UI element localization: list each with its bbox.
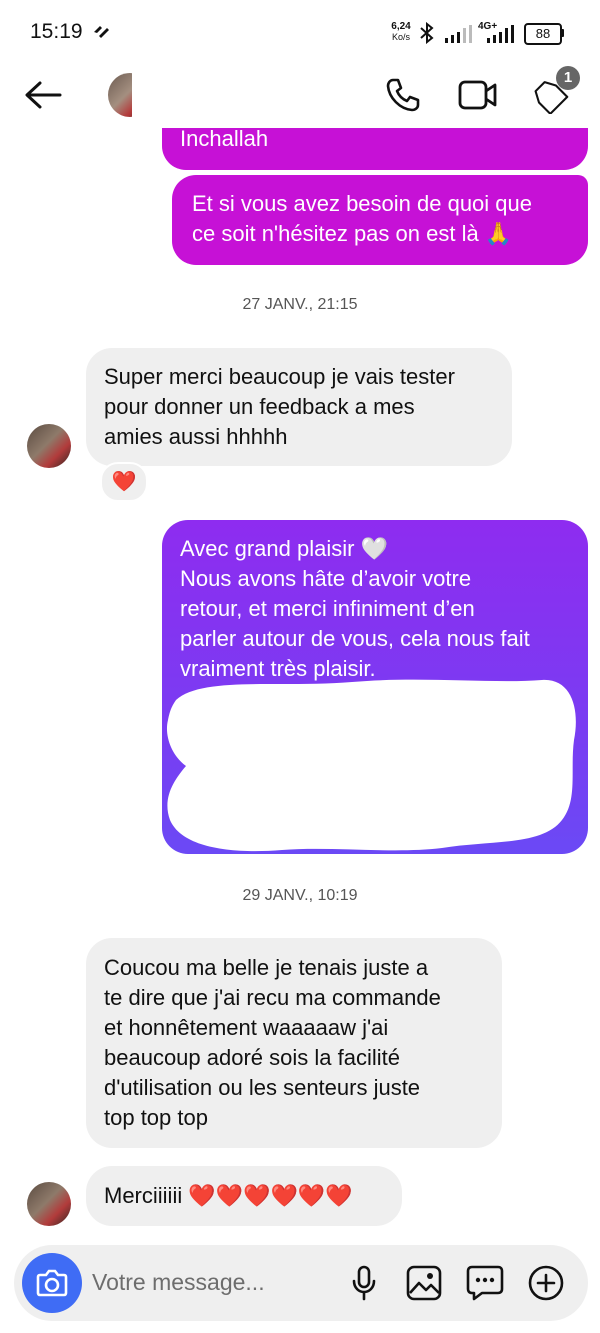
message-line: Avec grand plaisir 🤍 [180,536,388,561]
message-text: Inchallah [180,128,269,151]
notification-badge: 1 [556,66,580,90]
status-bar: 15:19 6,24 Ko/s 4G+ 88 [0,0,600,68]
message-line: Merciiiiii ❤️❤️❤️❤️❤️❤️ [104,1183,353,1208]
redaction-overlay [166,679,576,852]
sent-message-bubble[interactable]: Et si vous avez besoin de quoi que ce so… [172,175,588,265]
status-time: 15:19 [30,20,83,43]
microphone-icon[interactable] [350,1265,378,1301]
message-input[interactable]: Votre message... [92,1269,265,1296]
video-call-icon[interactable] [458,78,498,112]
add-plus-icon[interactable] [528,1265,564,1301]
message-composer: Votre message... [14,1245,588,1321]
message-line: d'utilisation ou les senteurs juste [104,1075,421,1100]
message-line: Coucou ma belle je tenais juste a [104,955,429,980]
received-message-bubble[interactable]: Merciiiiii ❤️❤️❤️❤️❤️❤️ [86,1166,402,1226]
signal-icon-2 [486,24,516,44]
battery-level: 88 [535,26,551,41]
battery-tip [561,29,564,37]
received-message-bubble[interactable]: Super merci beaucoup je vais tester pour… [86,348,512,466]
message-line: pour donner un feedback a mes [104,394,415,419]
sender-avatar[interactable] [27,1182,71,1226]
phone-call-icon[interactable] [384,76,422,114]
message-line: et honnêtement waaaaaw j'ai [104,1015,389,1040]
message-line: amies aussi hhhhh [104,424,288,449]
battery-icon: 88 [524,23,562,45]
message-line: ce soit n'hésitez pas on est là 🙏 [192,221,513,246]
chat-header: 1 [0,66,600,128]
signal-icon-1 [444,24,472,44]
bluetooth-icon [418,22,436,44]
camera-button[interactable] [22,1253,82,1313]
app-logo-icon [92,24,112,40]
message-line: te dire que j'ai recu ma commande [104,985,441,1010]
message-line: parler autour de vous, cela nous fait [180,626,530,651]
timestamp: 29 JANV., 10:19 [242,887,358,904]
sent-message-bubble[interactable]: Inchallah [162,128,588,170]
message-line: Nous avons hâte d’avoir votre [180,566,472,591]
message-line: Et si vous avez besoin de quoi que [192,191,533,216]
timestamp: 27 JANV., 21:15 [242,296,358,313]
network-speed: 6,24 Ko/s [391,21,411,43]
sticker-chat-icon[interactable] [466,1265,504,1301]
message-line: Super merci beaucoup je vais tester [104,364,455,389]
avatar-mask [132,73,156,117]
reaction-badge[interactable]: ❤️ [100,462,148,502]
message-line: top top top [104,1105,208,1130]
sent-message-bubble[interactable]: Avec grand plaisir 🤍 Nous avons hâte d’a… [162,520,588,854]
message-line: retour, et merci infiniment d’en [180,596,475,621]
message-line: beaucoup adoré sois la facilité [104,1045,400,1070]
gallery-icon[interactable] [406,1265,442,1301]
back-arrow-icon[interactable] [24,80,62,110]
sender-avatar[interactable] [27,424,71,468]
camera-icon [36,1269,68,1297]
received-message-bubble[interactable]: Coucou ma belle je tenais juste a te dir… [86,938,502,1148]
